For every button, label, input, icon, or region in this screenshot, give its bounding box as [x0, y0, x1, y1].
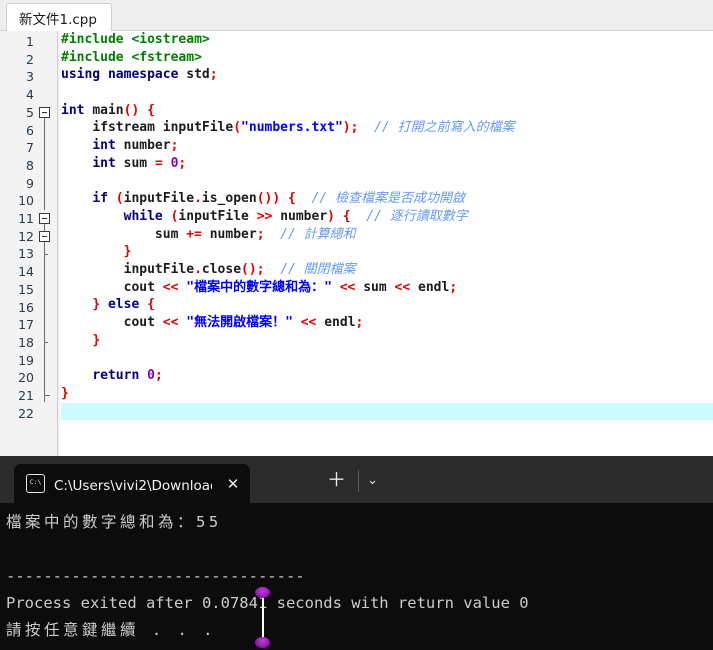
- code-line-1: #include <iostream>: [61, 32, 210, 47]
- line-number: 7: [26, 140, 34, 156]
- code-line-14: inputFile.close(); // 關閉檔案: [123, 261, 356, 277]
- code-line-2: #include <fstream>: [61, 49, 202, 65]
- terminal-window: C:\ C:\Users\vivi2\Downloads\新] ✕ ＋ ⌄ 檔案…: [0, 456, 713, 650]
- selection-handle-end[interactable]: [255, 637, 270, 648]
- text-cursor: [262, 593, 264, 641]
- toolbar-divider: [358, 470, 359, 492]
- terminal-tab-title: C:\Users\vivi2\Downloads\新]: [54, 477, 212, 494]
- terminal-line: Process exited after 0.07841 seconds wit…: [6, 594, 529, 612]
- selection-handle-start[interactable]: [255, 587, 270, 598]
- close-icon[interactable]: ✕: [224, 475, 242, 493]
- fold-toggle-line-11[interactable]: [39, 230, 50, 242]
- code-line-5: int main() {: [61, 102, 155, 118]
- code-line-11: while (inputFile >> number) { // 逐行讀取數字: [123, 208, 468, 224]
- line-number: 8: [26, 157, 34, 173]
- line-number: 2: [26, 51, 34, 67]
- line-number: 15: [18, 281, 34, 297]
- fold-end-line-18: [44, 342, 48, 343]
- new-tab-icon[interactable]: ＋: [327, 471, 346, 490]
- code-line-12: sum += number; // 計算總和: [154, 226, 356, 242]
- code-line-20: return 0;: [92, 368, 163, 384]
- line-number: 1: [26, 34, 34, 49]
- editor-tab-label: 新文件1.cpp: [19, 11, 97, 28]
- line-number: 20: [18, 370, 34, 386]
- terminal-output[interactable]: 檔案中的數字總和為：55 ---------------------------…: [0, 503, 713, 650]
- terminal-title-bar: C:\ C:\Users\vivi2\Downloads\新] ✕ ＋ ⌄: [0, 456, 713, 503]
- line-number: 21: [18, 388, 34, 403]
- code-area[interactable]: 1 2 3 4 5 6 7 8 9 10 11 12 13 14 15 16 1…: [0, 31, 713, 456]
- line-number: 12: [18, 228, 34, 244]
- line-number: 18: [18, 334, 34, 350]
- line-number: 19: [18, 352, 34, 368]
- code-line-3: using namespace std;: [61, 67, 218, 83]
- fold-end-line-13: [44, 254, 48, 255]
- line-number: 16: [18, 299, 34, 315]
- fold-end-line-21: [44, 395, 50, 396]
- chevron-down-icon[interactable]: ⌄: [367, 473, 378, 488]
- cmd-prompt-icon: C:\: [26, 474, 45, 493]
- line-number: 9: [26, 175, 34, 191]
- code-line-10: if (inputFile.is_open()) { // 檢查檔案是否成功開啟: [92, 191, 465, 207]
- code-line-8: int sum = 0;: [92, 155, 187, 171]
- fold-toggle-line-10[interactable]: [39, 213, 50, 224]
- line-number: 5: [26, 104, 34, 120]
- code-line-13: }: [123, 244, 132, 260]
- line-number: 22: [18, 405, 34, 421]
- code-line-18: }: [92, 332, 101, 348]
- line-number: 6: [26, 122, 34, 138]
- code-line-7: int number;: [92, 138, 179, 154]
- code-line-16: } else {: [92, 297, 155, 313]
- line-number: 11: [18, 211, 34, 226]
- line-number: 10: [18, 193, 34, 209]
- code-line-17: cout << "無法開啟檔案！" << endl;: [123, 315, 364, 330]
- editor-tab-active[interactable]: 新文件1.cpp: [6, 3, 112, 31]
- terminal-tab[interactable]: C:\ C:\Users\vivi2\Downloads\新] ✕: [14, 464, 250, 503]
- line-number: 3: [26, 69, 34, 85]
- code-text[interactable]: #include <iostream> #include <fstream> u…: [61, 31, 713, 420]
- fold-toggle-line-5[interactable]: [39, 107, 50, 118]
- terminal-line: 檔案中的數字總和為：55: [6, 513, 222, 531]
- terminal-line: --------------------------------: [6, 567, 305, 585]
- code-line-6: ifstream inputFile("numbers.txt"); // 打開…: [92, 120, 515, 136]
- code-line-21: }: [61, 385, 69, 401]
- line-number: 4: [26, 87, 34, 103]
- line-number: 14: [18, 264, 34, 280]
- line-number: 17: [18, 317, 34, 333]
- code-editor-window: 新文件1.cpp 1 2 3 4 5 6 7 8 9 10 11 12 13 1…: [0, 0, 713, 456]
- fold-line-main: [44, 115, 45, 210]
- fold-line-if: [44, 221, 45, 402]
- editor-tab-bar: 新文件1.cpp: [0, 0, 713, 31]
- line-number: 13: [18, 246, 34, 262]
- terminal-line: 請按任意鍵繼續 . . .: [6, 621, 216, 639]
- code-line-15: cout << "檔案中的數字總和為：" << sum << endl;: [123, 279, 458, 295]
